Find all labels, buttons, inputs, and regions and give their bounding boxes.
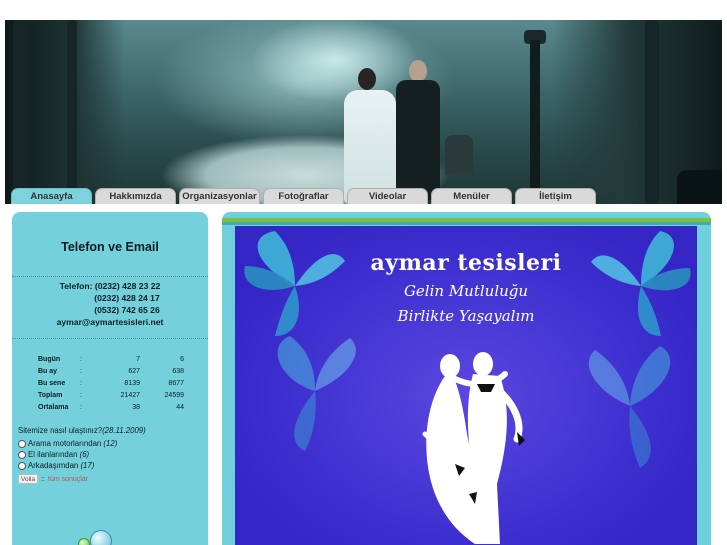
- bubbles-decoration: [74, 526, 124, 545]
- nav-tabs: Anasayfa Hakkımızda Organizasyonlar Foto…: [11, 188, 596, 204]
- contact-info: Telefon: (0232) 428 23 22 (0232) 428 24 …: [12, 280, 208, 328]
- bubble: [90, 530, 112, 545]
- poll-option[interactable]: Arkadaşımdan (17): [18, 460, 146, 471]
- phone-3: (0532) 742 65 26: [94, 305, 160, 315]
- tab-videolar[interactable]: Videolar: [347, 188, 428, 204]
- divider: [12, 338, 208, 339]
- sidebar-title: Telefon ve Email: [61, 240, 159, 254]
- banner-title: aymar tesisleri: [370, 250, 562, 276]
- stats-row: Toplam : 21427 24599: [38, 392, 184, 399]
- visitor-stats: Bugün : 7 6 Bu ay : 627 638 Bu sene : 81…: [38, 354, 184, 414]
- banner: aymar tesisleri Gelin Mutluluğu Birlikte…: [235, 226, 697, 545]
- lily-flower-icon: [588, 346, 671, 468]
- teal-stripe: [222, 222, 711, 225]
- tab-organizasyonlar[interactable]: Organizasyonlar: [179, 188, 260, 204]
- bubble: [78, 538, 90, 545]
- tree-trunk: [67, 20, 77, 204]
- divider: [12, 276, 208, 277]
- email-link[interactable]: aymar@aymartesisleri.net: [12, 316, 208, 328]
- poll: Sitemize nasıl ulaştınız?(28.11.2009) Ar…: [18, 426, 146, 484]
- poll-option[interactable]: Arama motorlarından (12): [18, 438, 146, 449]
- phone-1: Telefon: (0232) 428 23 22: [59, 281, 161, 291]
- poll-option[interactable]: El ilanlarından (6): [18, 449, 146, 460]
- stats-row: Bugün : 7 6: [38, 356, 184, 363]
- tree-trunk: [645, 20, 659, 204]
- stats-row: Bu ay : 627 638: [38, 368, 184, 375]
- lamp-post: [530, 40, 540, 200]
- page: Anasayfa Hakkımızda Organizasyonlar Foto…: [5, 20, 722, 545]
- tree-trunk: [13, 20, 29, 204]
- bench: [677, 170, 722, 204]
- dancing-couple-illustration: [422, 352, 525, 544]
- separator: ::: [41, 475, 45, 483]
- lily-flower-icon: [277, 336, 356, 451]
- all-results-link[interactable]: tüm sonuçlar: [48, 476, 88, 483]
- header-photo: Anasayfa Hakkımızda Organizasyonlar Foto…: [5, 20, 722, 204]
- tab-anasayfa[interactable]: Anasayfa: [11, 188, 92, 204]
- stats-row: Ortalama : 38 44: [38, 404, 184, 411]
- tab-fotograflar[interactable]: Fotoğraflar: [263, 188, 344, 204]
- radio-button[interactable]: [18, 450, 26, 459]
- sidebar: Telefon ve Email Telefon: (0232) 428 23 …: [12, 212, 208, 545]
- vote-button[interactable]: Volla: [18, 474, 39, 484]
- bench: [445, 135, 473, 175]
- groom-figure: [390, 60, 448, 200]
- tab-menuler[interactable]: Menüler: [431, 188, 512, 204]
- radio-button[interactable]: [18, 439, 26, 448]
- banner-subtitle-2: Birlikte Yaşayalım: [397, 307, 535, 325]
- banner-subtitle-1: Gelin Mutluluğu: [403, 282, 529, 300]
- phone-2: (0232) 428 24 17: [94, 293, 160, 303]
- poll-actions: Volla :: tüm sonuçlar: [18, 474, 146, 484]
- tab-hakkimizda[interactable]: Hakkımızda: [95, 188, 176, 204]
- stats-row: Bu sene : 8139 8677: [38, 380, 184, 387]
- main-banner-frame: aymar tesisleri Gelin Mutluluğu Birlikte…: [222, 212, 711, 545]
- poll-question: Sitemize nasıl ulaştınız?(28.11.2009): [18, 426, 146, 435]
- tab-iletisim[interactable]: İletişim: [515, 188, 596, 204]
- radio-button[interactable]: [18, 461, 26, 470]
